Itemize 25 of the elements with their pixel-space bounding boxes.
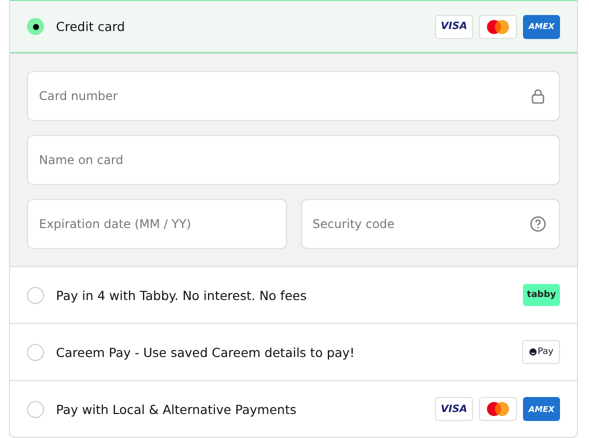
payment-option[interactable]: Pay in 4 with Tabby. No interest. No fees tabby [10, 266, 577, 323]
input-field[interactable]: Security code [300, 199, 560, 249]
option-label: Credit card [56, 19, 126, 34]
card-logo: VISA [435, 14, 473, 38]
mastercard-logo [479, 14, 517, 38]
careem-pay-logo: Pay [522, 340, 560, 364]
input-field[interactable]: Expiration date (MM / YY) [27, 199, 286, 249]
mastercard-logo [479, 397, 517, 421]
card-logo: VISA [435, 397, 473, 421]
payment-option[interactable]: Pay with Local & Alternative Payments VISA AMEX [10, 380, 577, 437]
payment-option[interactable]: Careem Pay - Use saved Careem details to pay! Pay [10, 323, 577, 380]
tabby-logo: tabby [523, 284, 560, 306]
help-icon[interactable] [530, 216, 546, 232]
radio-button[interactable] [27, 286, 44, 304]
radio-button[interactable] [27, 400, 44, 418]
card-logo: AMEX [523, 14, 560, 38]
input-field[interactable]: Card number [27, 71, 560, 121]
option-label: Careem Pay - Use saved Careem details to pay! [56, 344, 356, 360]
radio-button[interactable] [27, 18, 44, 35]
card-logo: AMEX [523, 397, 560, 421]
input-field[interactable]: Name on card [27, 135, 560, 185]
radio-button[interactable] [27, 344, 44, 360]
option-label: Pay in 4 with Tabby. No interest. No fees [56, 288, 308, 302]
option-label: Pay with Local & Alternative Payments [56, 402, 298, 416]
lock-icon [530, 88, 546, 104]
